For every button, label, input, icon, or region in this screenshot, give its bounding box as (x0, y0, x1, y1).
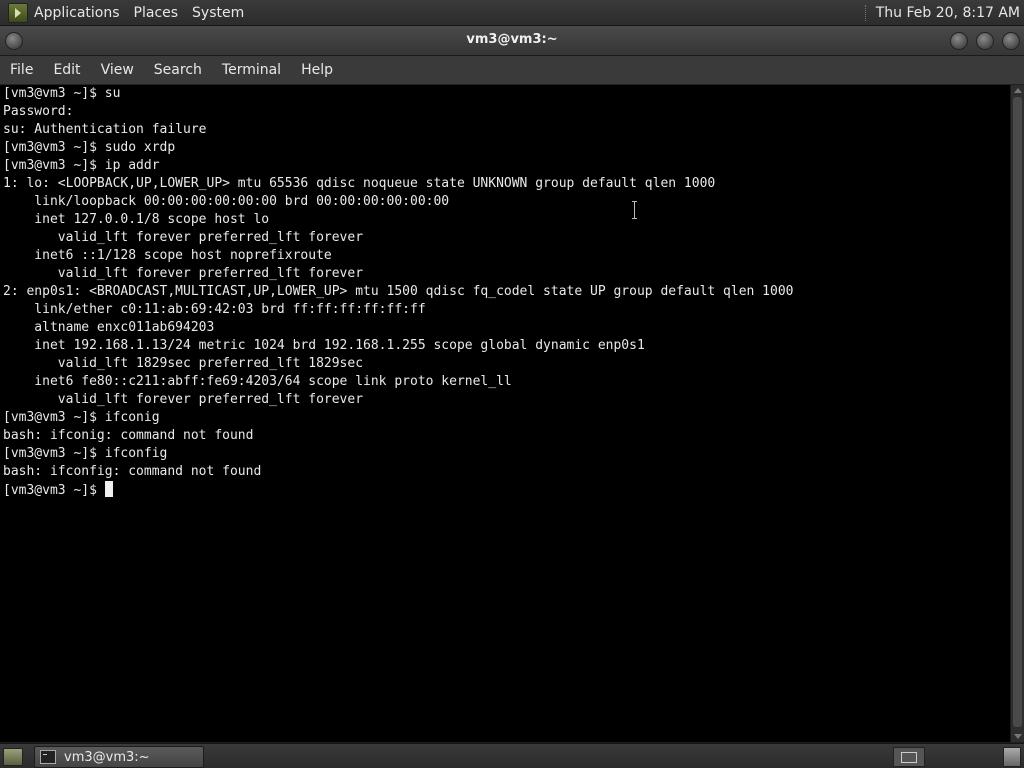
terminal-line: su: Authentication failure (3, 122, 207, 137)
terminal-line: 1: lo: <LOOPBACK,UP,LOWER_UP> mtu 65536 … (3, 176, 716, 191)
terminal-line: [vm3@vm3 ~]$ ifconig (3, 410, 160, 425)
ibeam-cursor-icon (631, 201, 639, 219)
bottom-panel: vm3@vm3:~ (0, 743, 1024, 768)
close-icon[interactable] (1002, 32, 1020, 50)
clock[interactable]: Thu Feb 20, 8:17 AM (876, 5, 1024, 21)
minimize-icon[interactable] (950, 32, 968, 50)
maximize-icon[interactable] (976, 32, 994, 50)
menu-edit[interactable]: Edit (43, 62, 90, 78)
terminal-line: link/loopback 00:00:00:00:00:00 brd 00:0… (3, 194, 450, 209)
terminal-menubar: File Edit View Search Terminal Help (0, 56, 1024, 85)
terminal-line: inet6 fe80::c211:abff:fe69:4203/64 scope… (3, 374, 512, 389)
terminal-icon (40, 750, 56, 764)
applications-icon[interactable] (8, 2, 28, 23)
terminal-line: [vm3@vm3 ~]$ sudo xrdp (3, 140, 176, 155)
taskbar-window-button[interactable]: vm3@vm3:~ (34, 746, 204, 768)
text-cursor (104, 481, 113, 497)
terminal-line: [vm3@vm3 ~]$ ifconfig (3, 446, 168, 461)
terminal-line: inet 127.0.0.1/8 scope host lo (3, 212, 270, 227)
menu-view[interactable]: View (91, 62, 144, 78)
terminal-scrollbar[interactable] (1010, 85, 1024, 742)
window-titlebar[interactable]: vm3@vm3:~ (0, 26, 1024, 56)
terminal-line: altname enxc011ab694203 (3, 320, 215, 335)
terminal-line: Password: (3, 104, 74, 119)
terminal-line: valid_lft forever preferred_lft forever (3, 392, 364, 407)
terminal-line: [vm3@vm3 ~]$ su (3, 86, 121, 101)
terminal-line: inet 192.168.1.13/24 metric 1024 brd 192… (3, 338, 645, 353)
workspace-switcher-icon[interactable] (893, 747, 925, 767)
show-desktop-icon[interactable] (3, 748, 23, 766)
places-menu[interactable]: Places (134, 5, 187, 21)
window-title: vm3@vm3:~ (466, 32, 558, 47)
scroll-down-icon[interactable] (1014, 734, 1022, 739)
applications-menu[interactable]: Applications (34, 5, 128, 21)
scrollbar-thumb[interactable] (1013, 97, 1022, 727)
top-panel: Applications Places System Thu Feb 20, 8… (0, 0, 1024, 26)
terminal-line: bash: ifconfig: command not found (3, 464, 262, 479)
terminal-line: valid_lft forever preferred_lft forever (3, 230, 364, 245)
terminal-line: valid_lft 1829sec preferred_lft 1829sec (3, 356, 364, 371)
panel-separator (864, 4, 868, 21)
menu-file[interactable]: File (0, 62, 43, 78)
terminal-line: inet6 ::1/128 scope host noprefixroute (3, 248, 332, 263)
terminal-line: [vm3@vm3 ~]$ ip addr (3, 158, 160, 173)
trash-icon[interactable] (1003, 747, 1021, 767)
terminal-prompt-line: [vm3@vm3 ~]$ (3, 481, 1010, 499)
terminal-output[interactable]: [vm3@vm3 ~]$ su Password: su: Authentica… (0, 85, 1010, 742)
terminal-line: bash: ifconig: command not found (3, 428, 254, 443)
terminal-line: link/ether c0:11:ab:69:42:03 brd ff:ff:f… (3, 302, 426, 317)
terminal-line: valid_lft forever preferred_lft forever (3, 266, 364, 281)
menu-terminal[interactable]: Terminal (212, 62, 291, 78)
menu-search[interactable]: Search (144, 62, 212, 78)
terminal-prompt: [vm3@vm3 ~]$ (3, 483, 105, 498)
terminal-line: 2: enp0s1: <BROADCAST,MULTICAST,UP,LOWER… (3, 284, 794, 299)
scroll-up-icon[interactable] (1014, 88, 1022, 93)
menu-help[interactable]: Help (291, 62, 343, 78)
taskbar-window-label: vm3@vm3:~ (64, 749, 150, 765)
desktop: Applications Places System Thu Feb 20, 8… (0, 0, 1024, 768)
system-menu[interactable]: System (192, 5, 252, 21)
